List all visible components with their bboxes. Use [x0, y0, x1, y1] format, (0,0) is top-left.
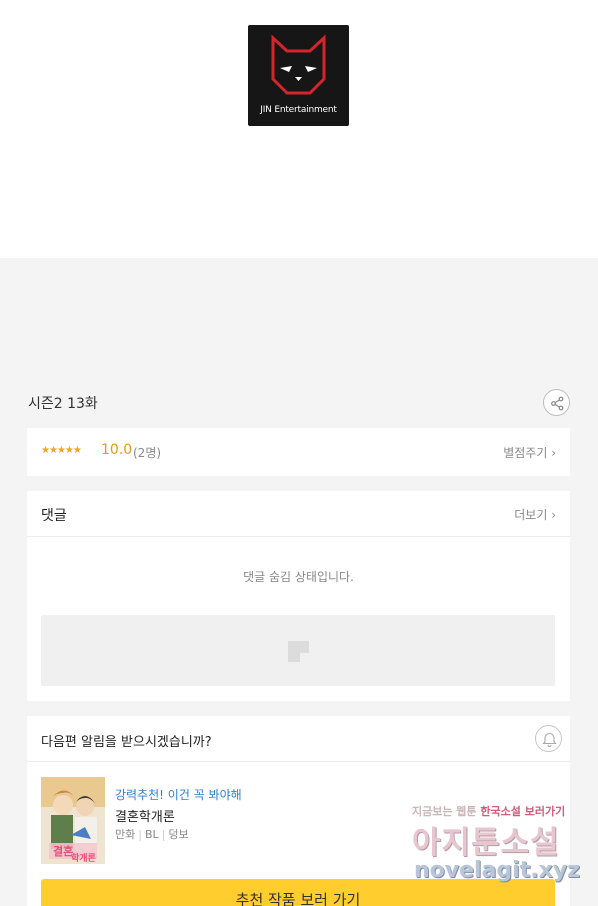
recommend-meta: 만화 | BL | 덩보 [115, 828, 189, 841]
comment-section: 댓글 더보기 › 댓글 숨김 상태입니다. [27, 491, 570, 701]
episode-title: 시즌2 13화 [28, 396, 98, 412]
comment-more-link[interactable]: 더보기 › [514, 506, 556, 523]
notify-question: 다음편 알림을 받으시겠습니까? [41, 735, 212, 750]
comment-hidden-message: 댓글 숨김 상태입니다. [243, 570, 354, 584]
header-banner: JIN Entertainment [0, 0, 598, 258]
recommend-genre: 만화 [115, 828, 136, 841]
recommend-title[interactable]: 결혼학개론 [115, 806, 175, 825]
rate-button[interactable]: 별점주기 › [503, 444, 556, 461]
publisher-logo: JIN Entertainment [248, 25, 349, 126]
comment-header: 댓글 더보기 › [27, 491, 570, 537]
rating-score: 10.0 [101, 442, 133, 458]
bell-icon [542, 732, 557, 747]
rating-card: ★★★★★ 10.0 (2명) 별점주기 › [27, 428, 570, 476]
share-icon [551, 396, 564, 411]
recommend-tag[interactable]: 강력추천! 이건 꼭 봐야해 [115, 786, 242, 803]
notify-header: 다음편 알림을 받으시겠습니까? [27, 716, 570, 762]
recommend-cta-button[interactable]: 추천 작품 보러 가기 [41, 879, 555, 906]
recommend-category: BL [144, 828, 159, 841]
placeholder-icon [288, 641, 309, 662]
logo-text: JIN Entertainment [260, 105, 337, 115]
recommend-thumbnail[interactable]: 결혼 학개론 [41, 777, 105, 864]
share-button[interactable] [543, 389, 570, 416]
comment-placeholder [41, 615, 555, 686]
notify-bell-button[interactable] [535, 725, 562, 752]
comment-title: 댓글 [41, 508, 67, 524]
star-rating: ★★★★★ [41, 445, 82, 456]
recommend-platform: 덩보 [168, 828, 189, 841]
notify-section: 다음편 알림을 받으시겠습니까? 결혼 학개론 강력추천! 이건 꼭 봐야해 결… [27, 716, 570, 906]
svg-text:학개론: 학개론 [71, 852, 96, 864]
rating-count: (2명) [133, 446, 162, 460]
